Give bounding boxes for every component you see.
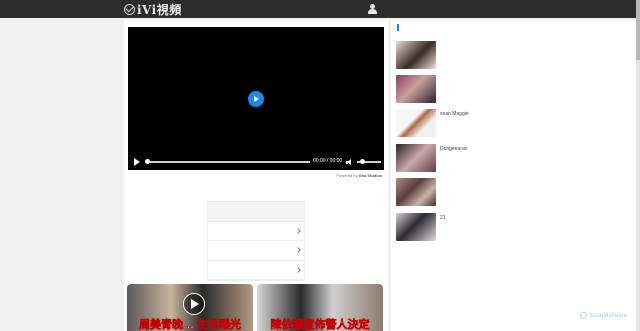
nav-menu [212, 0, 352, 18]
menu-item[interactable] [208, 241, 304, 262]
chevron-right-icon [295, 227, 301, 234]
logo-check-icon [124, 3, 135, 15]
nav-item[interactable] [243, 0, 259, 18]
volume-icon[interactable] [346, 159, 354, 165]
page-scrollbar[interactable] [636, 0, 640, 331]
video-thumbnail[interactable]: 周美青晚… 生活曝光 [127, 284, 253, 331]
recommended-title[interactable]: sean Maggie [440, 111, 514, 118]
menu-item[interactable] [208, 222, 304, 242]
recommended-title[interactable]: Dongeeuran [440, 146, 514, 153]
recommended-item[interactable]: Dongeeuran [396, 144, 634, 172]
play-icon[interactable] [183, 293, 205, 315]
powered-by-brand[interactable]: Glia Studios [359, 173, 382, 178]
recommended-thumbnail[interactable] [396, 75, 436, 103]
watermark-text: ScanMalware [589, 312, 628, 319]
recommended-thumbnail[interactable] [396, 144, 436, 172]
recommended-item[interactable] [396, 178, 634, 206]
chevron-right-icon [295, 247, 301, 254]
nav-item[interactable] [290, 0, 306, 18]
heading-accent-bar [397, 24, 399, 31]
recommended-item[interactable] [396, 75, 634, 103]
watermark: ScanMalware [580, 312, 627, 319]
user-icon-body [368, 9, 377, 14]
nav-item[interactable] [321, 0, 337, 18]
big-play-button[interactable] [248, 91, 264, 107]
progress-bar[interactable] [145, 161, 310, 163]
nav-item[interactable] [337, 0, 353, 18]
top-navigation-bar: iVi視頻 [0, 0, 640, 18]
thumbnail-title: 周美青晚… 生活曝光 [138, 319, 242, 331]
nav-item[interactable] [259, 0, 275, 18]
powered-by: Powered by Glia Studios [336, 173, 382, 178]
sidebar-heading [397, 24, 402, 31]
scrollbar-thumb[interactable] [636, 0, 640, 60]
menu-header [208, 202, 304, 222]
chevron-right-icon [295, 267, 301, 273]
menu-item[interactable] [208, 261, 304, 281]
powered-by-prefix: Powered by [336, 173, 358, 178]
recommended-thumbnail[interactable] [396, 109, 436, 137]
video-player[interactable]: 00:00 / 00:00 [128, 27, 384, 170]
nav-item[interactable] [228, 0, 244, 18]
progress-knob[interactable] [145, 159, 150, 164]
watermark-icon [580, 312, 587, 319]
recommended-item[interactable]: sean Maggie [396, 109, 634, 137]
recommended-thumbnail[interactable] [396, 178, 436, 206]
nav-item[interactable] [274, 0, 290, 18]
recommended-item[interactable] [396, 41, 634, 69]
menu-list [207, 201, 305, 281]
main-content: 00:00 / 00:00 Powered by Glia Studios 周美… [124, 20, 388, 331]
nav-item[interactable] [212, 0, 228, 18]
recommended-thumbnail[interactable] [396, 41, 436, 69]
play-icon[interactable] [134, 158, 140, 166]
video-thumbnail[interactable]: 陳依珊宣佈警人決定 [257, 284, 383, 331]
volume-knob[interactable] [360, 159, 365, 164]
recommended-title[interactable]: 21 [440, 215, 514, 222]
nav-item[interactable] [306, 0, 322, 18]
recommended-thumbnail[interactable] [396, 213, 436, 241]
site-logo[interactable]: iVi視頻 [124, 1, 182, 17]
logo-text: iVi視頻 [137, 2, 182, 17]
recommended-item[interactable]: 21 [396, 213, 634, 241]
time-display: 00:00 / 00:00 [313, 158, 343, 164]
user-icon[interactable] [368, 4, 377, 14]
thumbnail-title: 陳依珊宣佈警人決定 [270, 319, 370, 331]
sidebar: sean Maggie Dongeeuran 21 [391, 20, 638, 331]
